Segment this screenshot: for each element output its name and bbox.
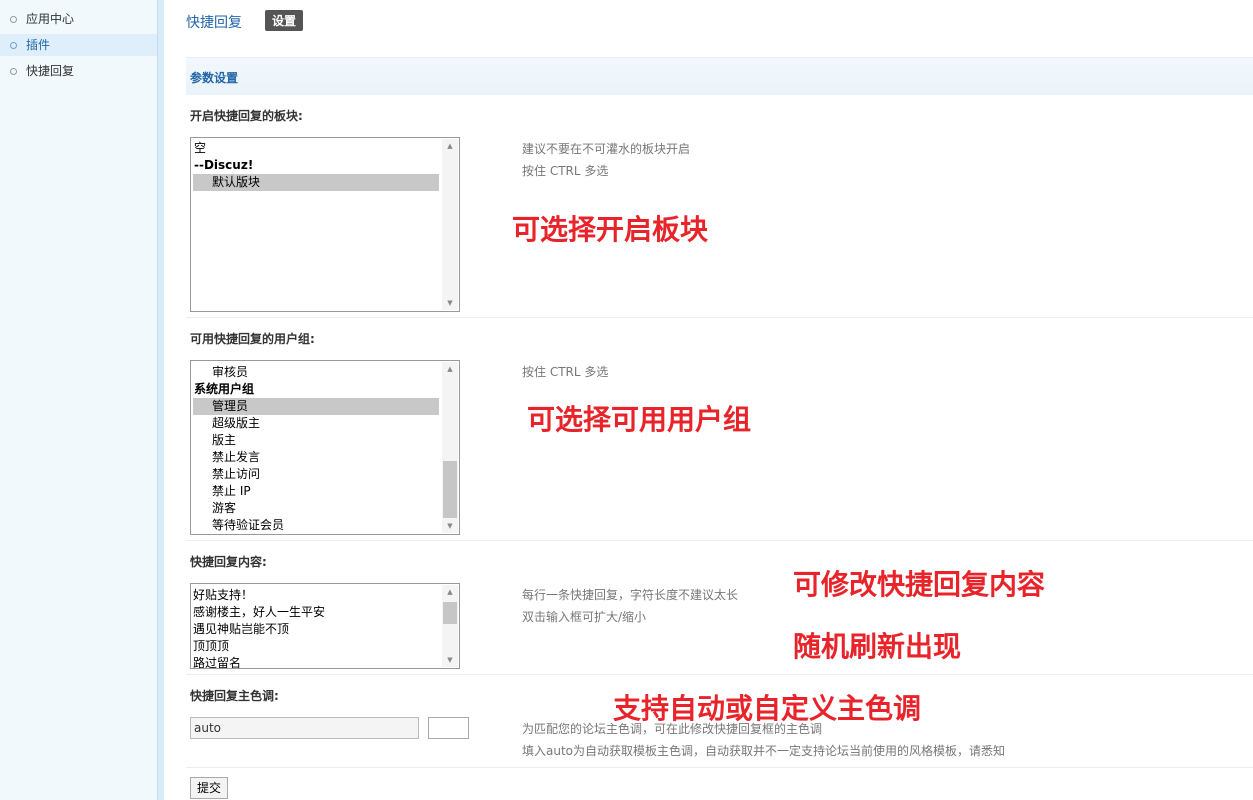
- scroll-down-icon[interactable]: ▼: [442, 296, 458, 310]
- groups-hint: 按住 CTRL 多选: [522, 365, 609, 379]
- forums-hint: 建议不要在不可灌水的板块开启: [522, 142, 691, 156]
- sidebar-item-plugins[interactable]: 插件: [0, 34, 157, 56]
- replies-scrollbar[interactable]: ▲ ▼: [442, 585, 458, 667]
- divider: [186, 767, 1253, 768]
- scroll-down-icon[interactable]: ▼: [442, 653, 458, 667]
- replies-line: 遇见神贴岂能不顶: [193, 622, 290, 636]
- sidebar-item-label: 插件: [26, 38, 51, 52]
- divider: [186, 674, 1253, 675]
- forums-hint: 按住 CTRL 多选: [522, 164, 609, 178]
- color-hint: 填入auto为自动获取模板主色调，自动获取并不一定支持论坛当前使用的风格模板，请…: [522, 744, 1006, 758]
- groups-option[interactable]: 审核员: [193, 364, 439, 381]
- replies-annotation: 可修改快捷回复内容: [793, 568, 1046, 601]
- groups-option[interactable]: 超级版主: [193, 415, 439, 432]
- bullet-icon: [10, 41, 17, 49]
- color-swatch[interactable]: [428, 717, 469, 739]
- bullet-icon: [10, 15, 17, 23]
- replies-annotation: 随机刷新出现: [793, 630, 962, 663]
- scroll-thumb[interactable]: [443, 461, 457, 518]
- scroll-down-icon[interactable]: ▼: [442, 519, 458, 533]
- sidebar: 应用中心 插件 快捷回复: [0, 0, 157, 800]
- sidebar-item-label: 应用中心: [26, 12, 75, 26]
- color-input[interactable]: auto: [190, 717, 419, 739]
- forums-select[interactable]: 空 --Discuz! 默认版块 ▲ ▼: [190, 137, 460, 312]
- color-label: 快捷回复主色调:: [190, 689, 279, 703]
- groups-option-group: 系统用户组: [194, 382, 255, 396]
- groups-option[interactable]: 禁止访问: [193, 466, 439, 483]
- sidebar-item-quick-reply[interactable]: 快捷回复: [0, 60, 157, 82]
- replies-line: 感谢楼主，好人一生平安: [193, 605, 326, 619]
- main-content: 快捷回复 设置 参数设置 开启快捷回复的板块: 空 --Discuz! 默认版块…: [186, 0, 1253, 800]
- divider: [186, 540, 1253, 541]
- groups-option[interactable]: 版主: [193, 432, 439, 449]
- sidebar-separator: [157, 0, 164, 800]
- scroll-up-icon[interactable]: ▲: [442, 139, 458, 153]
- forums-option-selected[interactable]: 默认版块: [193, 174, 439, 191]
- groups-option-selected[interactable]: 管理员: [193, 398, 439, 415]
- forums-label: 开启快捷回复的板块:: [190, 109, 303, 123]
- replies-line: 顶顶顶: [193, 639, 230, 653]
- scroll-thumb[interactable]: [443, 602, 457, 624]
- scroll-up-icon[interactable]: ▲: [442, 362, 458, 376]
- submit-button[interactable]: 提交: [190, 777, 229, 799]
- replies-line: 路过留名: [193, 656, 242, 669]
- replies-hint: 双击输入框可扩大/缩小: [522, 610, 647, 624]
- divider: [186, 317, 1253, 318]
- tab-settings[interactable]: 设置: [265, 10, 304, 31]
- tab-quick-reply[interactable]: 快捷回复: [186, 12, 242, 32]
- color-annotation: 支持自动或自定义主色调: [613, 692, 922, 725]
- groups-option[interactable]: 等待验证会员: [193, 517, 439, 534]
- replies-textarea[interactable]: 好贴支持！ 感谢楼主，好人一生平安 遇见神贴岂能不顶 顶顶顶 路过留名 ▲ ▼: [190, 583, 460, 669]
- forums-option[interactable]: 空: [193, 140, 439, 157]
- groups-option[interactable]: 禁止发言: [193, 449, 439, 466]
- groups-option[interactable]: 禁止 IP: [193, 483, 439, 500]
- forums-annotation: 可选择开启板块: [512, 213, 709, 246]
- groups-select[interactable]: 审核员 系统用户组 管理员 超级版主 版主 禁止发言 禁止访问 禁止 IP 游客…: [190, 360, 460, 535]
- forums-scrollbar[interactable]: ▲ ▼: [442, 139, 458, 310]
- replies-hint: 每行一条快捷回复，字符长度不建议太长: [522, 588, 739, 602]
- sidebar-item-label: 快捷回复: [26, 64, 75, 78]
- bullet-icon: [10, 67, 17, 75]
- forums-option-group: --Discuz!: [194, 158, 254, 172]
- groups-scrollbar[interactable]: ▲ ▼: [442, 362, 458, 533]
- replies-line: 好贴支持！: [193, 588, 254, 602]
- sidebar-item-app-center[interactable]: 应用中心: [0, 8, 157, 30]
- scroll-up-icon[interactable]: ▲: [442, 585, 458, 599]
- section-header: 参数设置: [186, 57, 1253, 95]
- groups-label: 可用快捷回复的用户组:: [190, 332, 315, 346]
- replies-label: 快捷回复内容:: [190, 555, 267, 569]
- section-title: 参数设置: [190, 71, 239, 85]
- groups-option[interactable]: 游客: [193, 500, 439, 517]
- groups-annotation: 可选择可用用户组: [527, 403, 752, 436]
